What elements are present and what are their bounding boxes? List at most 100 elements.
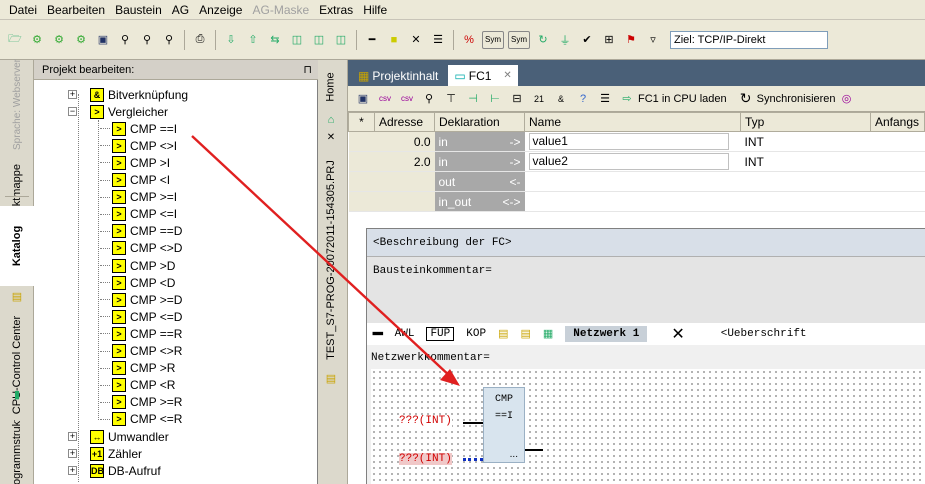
tree-item-cmp-9[interactable]: > CMP <D	[100, 274, 175, 291]
tab-programmstruktur[interactable]: Programmstruktur	[0, 420, 34, 484]
box-and-icon[interactable]: &	[552, 90, 570, 108]
expand-icon[interactable]: +	[68, 449, 77, 459]
insert-row-icon[interactable]: ⊤	[442, 90, 460, 108]
row-declaration[interactable]: in ->	[434, 131, 525, 152]
save-block-icon[interactable]: ▣	[354, 90, 372, 108]
row-address[interactable]	[374, 191, 435, 212]
tool2-icon[interactable]: ⚙	[50, 31, 68, 49]
new-project-icon[interactable]: 🗁	[6, 31, 24, 49]
network-icon[interactable]: ▦	[543, 327, 553, 341]
help-icon[interactable]: ?	[574, 90, 592, 108]
collapse-icon[interactable]: ━	[373, 324, 383, 344]
tree-item-1[interactable]: − > Vergleicher	[68, 103, 168, 120]
tree-item-cmp-3[interactable]: > CMP <I	[100, 172, 170, 189]
insert-output-icon[interactable]: ⊢	[486, 90, 504, 108]
view-icon[interactable]: ◎	[838, 90, 856, 108]
tree-item-bottom-0[interactable]: + ↔ Umwandler	[68, 428, 169, 445]
expand-icon[interactable]: +	[68, 432, 77, 441]
cross-icon[interactable]: ✕	[407, 31, 425, 49]
box21-icon[interactable]: 21	[530, 90, 548, 108]
status-icon[interactable]: ◫	[310, 31, 328, 49]
tree-item-cmp-13[interactable]: > CMP <>R	[100, 343, 182, 360]
menu-datei[interactable]: Datei	[4, 0, 42, 20]
row-declaration[interactable]: in ->	[434, 151, 525, 172]
row-type[interactable]	[740, 191, 871, 212]
contact-icon[interactable]: ⊟	[508, 90, 526, 108]
copy-icon[interactable]: ▤	[498, 327, 508, 341]
expand-icon[interactable]: +	[68, 90, 77, 99]
menu-anzeige[interactable]: Anzeige	[194, 0, 247, 20]
tree-item-cmp-12[interactable]: > CMP ==R	[100, 325, 182, 342]
row-name[interactable]	[524, 171, 741, 192]
tree-item-cmp-4[interactable]: > CMP >=I	[100, 189, 177, 206]
fup-grid[interactable]: CMP ==I ... ???(INT) ???(INT)	[371, 369, 925, 484]
row-address[interactable]: 0.0	[374, 131, 435, 152]
download-icon[interactable]: ⇩	[222, 31, 240, 49]
expand-icon[interactable]: +	[68, 466, 77, 476]
cmp-box[interactable]: CMP ==I ...	[483, 387, 525, 463]
find-block-icon[interactable]: ⚲	[420, 90, 438, 108]
row-declaration[interactable]: in_out <->	[434, 191, 525, 212]
row-name[interactable]: value2	[524, 151, 741, 172]
sym2-icon[interactable]: Sym	[508, 30, 530, 49]
compare-icon[interactable]: ⇆	[266, 31, 284, 49]
check-icon[interactable]: ✔	[578, 31, 596, 49]
refresh-icon[interactable]: ↻	[534, 31, 552, 49]
close-home-icon[interactable]: ✕	[316, 132, 346, 143]
block-icon[interactable]: ■	[385, 31, 403, 49]
ladder-icon[interactable]: ⏚	[556, 31, 574, 49]
tree-item-cmp-2[interactable]: > CMP >I	[100, 154, 170, 171]
network-heading[interactable]: <Ueberschrift	[721, 328, 807, 340]
var-icon[interactable]: %	[460, 31, 478, 49]
name-field[interactable]: value2	[528, 153, 729, 170]
declaration-row[interactable]: 2.0 in -> value2 INT	[348, 151, 925, 172]
tree-item-bottom-2[interactable]: + DB DB-Aufruf	[68, 462, 161, 479]
upload-icon[interactable]: ⇧	[244, 31, 262, 49]
bars-icon[interactable]: ☰	[429, 31, 447, 49]
tab-fup[interactable]: FUP	[426, 327, 455, 341]
menu-hilfe[interactable]: Hilfe	[358, 0, 392, 20]
tree-item-cmp-17[interactable]: > CMP <=R	[100, 411, 182, 428]
load-to-cpu-button[interactable]: FC1 in CPU laden	[638, 93, 727, 105]
fc-description[interactable]: <Beschreibung der FC>	[367, 229, 925, 257]
flag-icon[interactable]: ⚑	[622, 31, 640, 49]
tree-item-0[interactable]: + & Bitverknüpfung	[68, 86, 188, 103]
tree-item-cmp-15[interactable]: > CMP <R	[100, 377, 175, 394]
paste-icon[interactable]: ▤	[520, 327, 530, 341]
list-icon[interactable]: ☰	[596, 90, 614, 108]
col-typ[interactable]: Typ	[740, 112, 871, 132]
network-comment[interactable]: Netzwerkkommentar=	[367, 347, 925, 369]
row-declaration[interactable]: out <-	[434, 171, 525, 192]
menu-extras[interactable]: Extras	[314, 0, 358, 20]
input2-operand[interactable]: ???(INT)	[399, 453, 452, 465]
target-select[interactable]: Ziel: TCP/IP-Direkt	[670, 30, 828, 49]
tab-fc1[interactable]: ▭ FC1 ✕	[448, 65, 518, 86]
input1-operand[interactable]: ???(INT)	[399, 415, 452, 427]
tree-item-cmp-5[interactable]: > CMP <=I	[100, 206, 177, 223]
tree-item-bottom-1[interactable]: + +1 Zähler	[68, 445, 142, 462]
declaration-row[interactable]: in_out <->	[348, 191, 925, 212]
tree-item-cmp-8[interactable]: > CMP >D	[100, 257, 175, 274]
grid-icon[interactable]: ⊞	[600, 31, 618, 49]
col-adresse[interactable]: Adresse	[374, 112, 435, 132]
tab-sprache-webserver[interactable]: Sprache: Webserver	[0, 59, 34, 150]
tab-awl[interactable]: AWL	[395, 328, 415, 340]
tool3-icon[interactable]: ⚙	[72, 31, 90, 49]
row-address[interactable]	[374, 171, 435, 192]
tab-kop[interactable]: KOP	[466, 328, 486, 340]
network-label[interactable]: Netzwerk 1	[565, 326, 648, 342]
col-deklaration[interactable]: Deklaration	[434, 112, 525, 132]
reset-icon[interactable]: ◫	[332, 31, 350, 49]
find-icon[interactable]: ⚲	[116, 31, 134, 49]
col-name[interactable]: Name	[524, 112, 741, 132]
print-icon[interactable]: ⎙	[191, 31, 209, 49]
row-type[interactable]	[740, 171, 871, 192]
name-field[interactable]: value1	[528, 133, 729, 150]
menu-baustein[interactable]: Baustein	[110, 0, 167, 20]
tree-item-cmp-0[interactable]: > CMP ==I	[100, 120, 177, 137]
row-name[interactable]	[524, 191, 741, 212]
delete-network-icon[interactable]: ✕	[671, 324, 684, 344]
tab-katalog[interactable]: Katalog	[0, 206, 34, 286]
find2-icon[interactable]: ⚲	[138, 31, 156, 49]
sync-icon[interactable]: ↻	[737, 90, 755, 108]
